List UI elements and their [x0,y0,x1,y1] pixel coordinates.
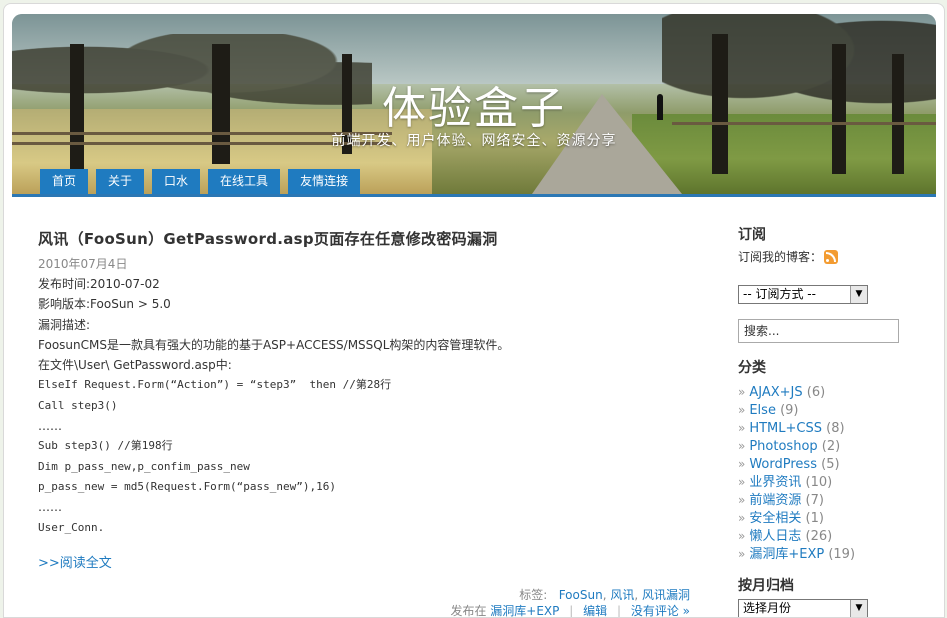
category-item: » 安全相关 (1) [738,509,938,527]
post-code-line: Sub step3() //第198行 [38,439,173,453]
post-line: …… [38,419,62,434]
subscribe-line: 订阅我的博客： [738,248,938,265]
category-link[interactable]: 业界资讯 [749,475,801,490]
category-item: » 漏洞库+EXP (19) [738,545,938,563]
category-item: » 前端资源 (7) [738,491,938,509]
bullet-icon: » [738,385,746,399]
category-item: » Else (9) [738,401,938,419]
category-link[interactable]: 安全相关 [749,511,801,526]
category-link[interactable]: Else [749,403,776,418]
category-count: (26) [805,529,833,544]
category-item: » AJAX+JS (6) [738,383,938,401]
chevron-down-icon: ▼ [850,600,867,617]
subscribe-text: 订阅我的博客： [738,250,823,264]
category-link[interactable]: 懒人日志 [749,529,801,544]
subscribe-select-value: -- 订阅方式 -- [743,287,816,301]
nav-item-home[interactable]: 首页 [40,169,89,194]
category-count: (6) [806,385,826,400]
post-code-line: p_pass_new = md5(Request.Form(“pass_new”… [38,479,337,493]
category-link[interactable]: WordPress [749,457,817,472]
category-item: » Photoshop (2) [738,437,938,455]
archive-select-value: 选择月份 [743,601,792,615]
category-count: (1) [805,511,824,526]
category-link[interactable]: HTML+CSS [749,421,822,436]
tag-link[interactable]: FooSun [559,588,603,602]
bullet-icon: » [738,547,746,561]
rss-icon[interactable] [824,249,839,264]
nav-item-about[interactable]: 关于 [96,169,145,194]
bullet-icon: » [738,457,746,471]
archive-heading: 按月归档 [738,578,794,594]
nav-item-rants[interactable]: 口水 [152,169,201,194]
post-line: 影响版本:FooSun > 5.0 [38,297,171,312]
post-code-line: Call step3() [38,398,118,412]
subscribe-heading: 订阅 [738,227,766,243]
tag-link[interactable]: 风讯漏洞 [642,588,690,602]
bullet-icon: » [738,475,746,489]
post-date: 2010年07月4日 [38,257,128,271]
search-input[interactable]: 搜索... [738,319,899,343]
post-code-line: User_Conn. [38,520,105,534]
category-link[interactable]: 前端资源 [749,493,801,508]
category-link[interactable]: 漏洞库+EXP [749,547,824,562]
nav-item-online-tools[interactable]: 在线工具 [208,169,281,194]
site-title[interactable]: 体验盒子 [12,72,936,136]
main-nav: 首页 关于 口水 在线工具 友情连接 [40,169,361,194]
sidebar: 订阅 订阅我的博客： -- 订阅方式 -- ▼ 搜索... 分类 » AJAX+J… [738,224,938,617]
chevron-down-icon: ▼ [850,286,867,303]
category-link[interactable]: Photoshop [749,439,817,454]
nav-item-links[interactable]: 友情连接 [288,169,361,194]
category-count: (19) [828,547,856,562]
archive-select[interactable]: 选择月份 ▼ [738,599,868,617]
category-count: (9) [780,403,799,418]
post-line: 发布时间:2010-07-02 [38,277,160,291]
tags-label: 标签: [519,588,548,602]
post-code-line: ElseIf Request.Form(“Action”) = “step3” … [38,378,392,392]
post-body: 发布时间:2010-07-02 影响版本:FooSun > 5.0 漏洞描述: … [38,274,698,538]
tag-link[interactable]: 风讯 [610,588,634,602]
categories-heading: 分类 [738,360,766,376]
category-count: (10) [805,475,833,490]
category-item: » 业界资讯 (10) [738,473,938,491]
bullet-icon: » [738,529,746,543]
post-tags: 标签: FooSun, 风讯, 风讯漏洞 [519,588,690,602]
category-link[interactable]: AJAX+JS [749,385,802,400]
post-line: 在文件\User\ GetPassword.asp中: [38,358,232,373]
post-code-line: Dim p_pass_new,p_confim_pass_new [38,459,250,473]
category-count: (8) [826,421,845,436]
bullet-icon: » [738,493,746,507]
subscribe-select[interactable]: -- 订阅方式 -- ▼ [738,285,868,304]
bullet-icon: » [738,511,746,525]
category-item: » 懒人日志 (26) [738,527,938,545]
site-header: 体验盒子 前端开发、用户体验、网络安全、资源分享 首页 关于 口水 在线工具 友… [12,14,936,194]
post-line: …… [38,500,62,515]
header-divider [12,194,936,197]
bullet-icon: » [738,439,746,453]
category-count: (5) [821,457,840,472]
category-item: » WordPress (5) [738,455,938,473]
bullet-icon: » [738,403,746,417]
site-description: 前端开发、用户体验、网络安全、资源分享 [331,133,617,149]
category-count: (2) [821,439,841,454]
post-title[interactable]: 风讯（FooSun）GetPassword.asp页面存在任意修改密码漏洞 [38,228,698,249]
category-count: (7) [805,493,824,508]
read-more-link[interactable]: >>阅读全文 [38,552,112,571]
category-item: » HTML+CSS (8) [738,419,938,437]
post-line: 漏洞描述: [38,317,91,332]
page: 体验盒子 前端开发、用户体验、网络安全、资源分享 首页 关于 口水 在线工具 友… [3,3,945,618]
post-line: FoosunCMS是一款具有强大的功能的基于ASP+ACCESS/MSSQL构架… [38,337,510,352]
bullet-icon: » [738,421,746,435]
post: 风讯（FooSun）GetPassword.asp页面存在任意修改密码漏洞 20… [38,228,698,617]
category-list: » AJAX+JS (6) » Else (9) » HTML+CSS (8) » Ph… [738,383,938,563]
